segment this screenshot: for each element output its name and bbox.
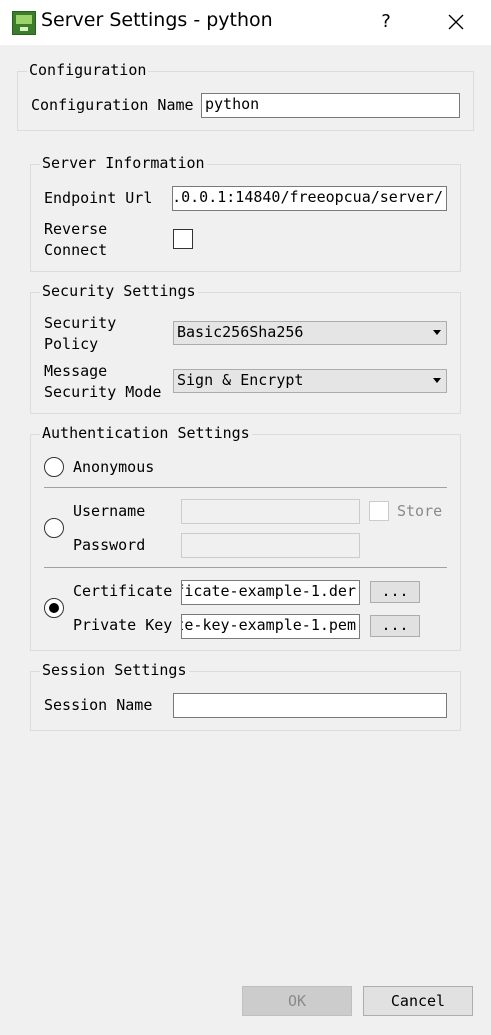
title-bar: Server Settings - python ?	[0, 0, 491, 45]
message-security-mode-label: Message	[44, 362, 108, 380]
window-title: Server Settings - python	[41, 9, 273, 31]
certificate-label: Certificate	[73, 582, 173, 600]
store-checkbox[interactable]	[369, 501, 389, 521]
reverse-connect-label-line2: Connect	[44, 241, 108, 259]
server-information-group-title: Server Information	[40, 154, 207, 172]
endpoint-url-value: opc.tcp://127.0.0.1:14840/freeopcua/serv…	[172, 188, 443, 206]
endpoint-url-input[interactable]: opc.tcp://127.0.0.1:14840/freeopcua/serv…	[172, 186, 447, 211]
username-input[interactable]	[181, 499, 360, 524]
app-icon	[12, 11, 36, 35]
anonymous-label[interactable]: Anonymous	[73, 457, 154, 478]
private-key-browse-button[interactable]: ...	[370, 615, 420, 637]
anonymous-radio[interactable]	[44, 457, 64, 477]
authentication-settings-group-title: Authentication Settings	[40, 424, 252, 442]
divider	[44, 567, 447, 568]
message-security-mode-label-line2: Security Mode	[44, 383, 162, 401]
certificate-browse-button[interactable]: ...	[370, 581, 420, 603]
username-label: Username	[73, 502, 146, 520]
close-button[interactable]	[440, 8, 472, 36]
message-security-mode-select[interactable]: Sign & Encrypt	[173, 369, 447, 393]
reverse-connect-checkbox[interactable]	[173, 229, 193, 249]
security-policy-label-line2: Policy	[44, 335, 99, 353]
private-key-label: Private Key	[73, 616, 173, 634]
certificate-input[interactable]: certificate-example-1.der	[181, 580, 360, 605]
help-button[interactable]: ?	[370, 8, 402, 36]
session-name-input[interactable]	[173, 693, 447, 718]
private-key-value: private-key-example-1.pem	[182, 616, 356, 634]
store-label: Store	[397, 502, 443, 520]
security-settings-group-title: Security Settings	[40, 282, 198, 300]
username-radio[interactable]	[44, 518, 64, 538]
reverse-connect-label: Reverse	[44, 220, 108, 238]
security-policy-select[interactable]: Basic256Sha256	[173, 321, 447, 345]
chevron-down-icon	[433, 330, 441, 335]
close-icon	[448, 14, 464, 30]
session-name-label: Session Name	[44, 696, 153, 714]
message-security-mode-value: Sign & Encrypt	[177, 371, 304, 389]
ok-button[interactable]: OK	[242, 986, 352, 1016]
password-input[interactable]	[181, 533, 360, 558]
endpoint-url-label: Endpoint Url	[44, 189, 153, 207]
private-key-input[interactable]: private-key-example-1.pem	[181, 614, 360, 639]
password-label: Password	[73, 536, 146, 554]
configuration-name-label: Configuration Name	[31, 96, 194, 114]
configuration-group-title: Configuration	[27, 61, 149, 79]
security-policy-value: Basic256Sha256	[177, 323, 304, 341]
security-policy-label: Security	[44, 314, 117, 332]
certificate-radio[interactable]	[44, 598, 64, 618]
chevron-down-icon	[433, 378, 441, 383]
divider	[44, 487, 447, 488]
certificate-value: certificate-example-1.der	[182, 582, 356, 600]
configuration-name-input[interactable]: python	[201, 93, 460, 118]
cancel-button[interactable]: Cancel	[363, 986, 473, 1016]
session-settings-group-title: Session Settings	[40, 661, 189, 679]
